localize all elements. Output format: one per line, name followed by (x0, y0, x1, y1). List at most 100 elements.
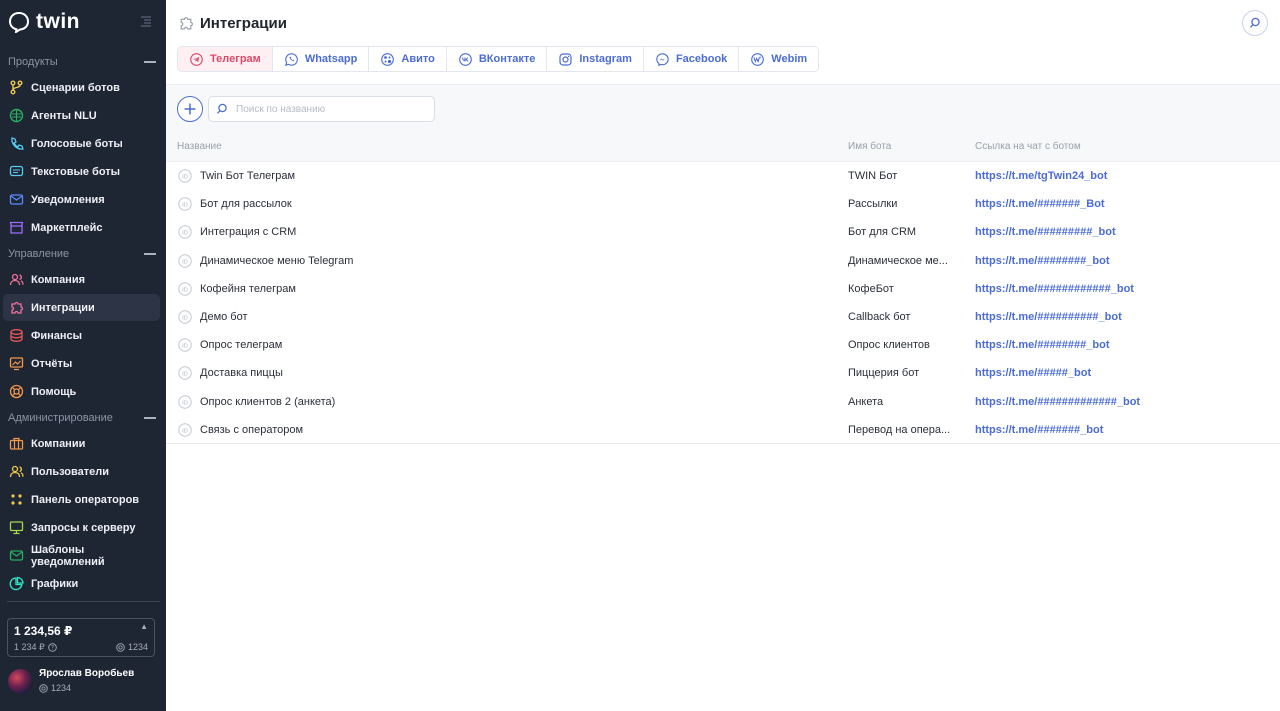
sidebar-item-label: Интеграции (31, 301, 95, 314)
integration-name[interactable]: Демо бот (200, 311, 248, 323)
integration-name[interactable]: Интеграция с CRM (200, 226, 296, 238)
plus-icon (184, 103, 196, 115)
sidebar-item-server-requests[interactable]: Запросы к серверу (3, 514, 160, 541)
toolbar (166, 84, 1280, 132)
sidebar-item-notification-templates[interactable]: Шаблоны уведомлений (3, 542, 160, 569)
sidebar-item-companies[interactable]: Компании (3, 430, 160, 457)
tab-facebook[interactable]: Facebook (643, 47, 740, 71)
chat-link[interactable]: https://t.me/tgTwin24_bot (975, 170, 1107, 182)
collapse-section-icon[interactable] (144, 253, 156, 255)
id-icon[interactable]: ID (178, 169, 192, 183)
chat-link[interactable]: https://t.me/#####_bot (975, 367, 1091, 379)
tab-avito[interactable]: Авито (369, 47, 447, 71)
chat-link[interactable]: https://t.me/##########_bot (975, 311, 1122, 323)
tab-instagram[interactable]: Instagram (547, 47, 644, 71)
section-management[interactable]: Управление (0, 245, 166, 263)
collapse-section-icon[interactable] (144, 417, 156, 419)
chat-link[interactable]: https://t.me/########_bot (975, 339, 1110, 351)
table-row[interactable]: ID Опрос клиентов 2 (анкета) Анкета https:/… (166, 388, 1280, 416)
chat-link[interactable]: https://t.me/#######_bot (975, 424, 1103, 436)
integration-name[interactable]: Опрос клиентов 2 (анкета) (200, 396, 335, 408)
add-integration-button[interactable] (177, 96, 203, 122)
integration-name[interactable]: Опрос телеграм (200, 339, 282, 351)
svg-text:ID: ID (182, 315, 188, 321)
sidebar-item-label: Пользователи (31, 465, 110, 478)
chat-link[interactable]: https://t.me/########_bot (975, 255, 1110, 267)
id-icon[interactable]: ID (178, 394, 192, 409)
help-icon[interactable]: ? (48, 643, 57, 652)
collapse-menu-icon[interactable] (140, 15, 152, 27)
main-content: Интеграции Телеграм Whatsapp Авито ВКонт… (166, 0, 1280, 711)
user-profile[interactable]: Ярослав Воробьев 1234 (8, 667, 158, 697)
avatar[interactable] (8, 669, 33, 694)
channel-tabs: Телеграм Whatsapp Авито ВКонтакте Instag… (177, 46, 820, 72)
sidebar-item-text-bots[interactable]: Текстовые боты (3, 158, 160, 185)
sidebar-item-finance[interactable]: Финансы (3, 322, 160, 349)
collapse-section-icon[interactable] (144, 61, 156, 63)
id-icon[interactable]: ID (178, 366, 192, 381)
id-icon[interactable]: ID (178, 422, 192, 437)
integration-name[interactable]: Доставка пиццы (200, 367, 283, 379)
table-row[interactable]: ID Динамическое меню Telegram Динамическое… (166, 247, 1280, 275)
id-icon[interactable]: ID (178, 282, 192, 296)
id-icon[interactable]: ID (178, 253, 192, 268)
sidebar-item-marketplace[interactable]: Маркетплейс (3, 214, 160, 241)
sidebar-item-reports[interactable]: Отчёты (3, 350, 160, 377)
integration-name[interactable]: Динамическое меню Telegram (200, 255, 353, 267)
page-header: Интеграции (178, 13, 287, 33)
sidebar-item-integrations[interactable]: Интеграции (3, 294, 160, 321)
tab-telegram[interactable]: Телеграм (178, 47, 273, 71)
integration-name[interactable]: Twin Бот Телеграм (200, 170, 295, 182)
id-icon[interactable]: ID (178, 197, 192, 211)
table-row[interactable]: ID Доставка пиццы Пиццерия бот https://t.me… (166, 359, 1280, 387)
sidebar-item-notifications[interactable]: Уведомления (3, 186, 160, 213)
table-header: Название Имя бота Ссылка на чат с ботом (166, 132, 1280, 162)
table-row[interactable]: ID Опрос телеграм Опрос клиентов https://t.… (166, 331, 1280, 359)
id-icon[interactable]: ID (178, 338, 192, 352)
column-header-chat-link[interactable]: Ссылка на чат с ботом (975, 141, 1081, 152)
global-search-button[interactable] (1242, 10, 1268, 36)
table-row[interactable]: ID Кофейня телеграм КофеБот https://t.me/##… (166, 275, 1280, 303)
caret-up-icon[interactable]: ▲ (140, 622, 148, 631)
chat-link[interactable]: https://t.me/#########_bot (975, 226, 1116, 238)
sidebar-item-label: Уведомления (31, 193, 105, 206)
tab-vkontakte[interactable]: ВКонтакте (446, 47, 548, 71)
instagram-icon (559, 52, 572, 66)
balance-amount: 1 234,56 ₽ (14, 624, 73, 638)
sidebar-item-users[interactable]: Пользователи (3, 458, 160, 485)
search-field[interactable] (208, 96, 435, 122)
balance-credits: 1234 (116, 642, 148, 652)
section-administration[interactable]: Администрирование (0, 409, 166, 427)
sidebar-item-bot-scenarios[interactable]: Сценарии ботов (3, 74, 160, 101)
sidebar-item-label: Компании (31, 437, 86, 450)
tab-webim[interactable]: Webim (739, 47, 819, 71)
logo[interactable]: twin (8, 10, 80, 34)
chat-link[interactable]: https://t.me/#######_Bot (975, 198, 1105, 210)
coin-icon (39, 683, 48, 693)
search-input[interactable] (236, 103, 426, 115)
tab-whatsapp[interactable]: Whatsapp (272, 47, 370, 71)
table-row[interactable]: ID Связь с оператором Перевод на опера... h… (166, 416, 1280, 444)
id-icon[interactable]: ID (178, 225, 192, 240)
column-header-bot-name[interactable]: Имя бота (848, 141, 891, 152)
integration-name[interactable]: Связь с оператором (200, 424, 303, 436)
integration-name[interactable]: Кофейня телеграм (200, 283, 296, 295)
sidebar-item-help[interactable]: Помощь (3, 378, 160, 405)
section-products[interactable]: Продукты (0, 53, 166, 71)
table-row[interactable]: ID Интеграция с CRM Бот для CRM https://t.m… (166, 218, 1280, 246)
chat-link[interactable]: https://t.me/#############_bot (975, 396, 1140, 408)
balance-widget[interactable]: 1 234,56 ₽ ▲ 1 234 ₽ ? 1234 (7, 618, 155, 657)
integration-name[interactable]: Бот для рассылок (200, 198, 292, 210)
sidebar-item-operators-panel[interactable]: Панель операторов (3, 486, 160, 513)
table-row[interactable]: ID Twin Бот Телеграм TWIN Бот https://t.me/… (166, 162, 1280, 190)
table-row[interactable]: ID Демо бот Callback бот https://t.me/#####… (166, 303, 1280, 331)
sidebar-item-nlu-agents[interactable]: Агенты NLU (3, 102, 160, 129)
sidebar-item-charts[interactable]: Графики (3, 570, 160, 597)
chat-link[interactable]: https://t.me/############_bot (975, 283, 1134, 295)
column-header-name[interactable]: Название (177, 141, 222, 152)
sidebar-item-voice-bots[interactable]: Голосовые боты (3, 130, 160, 157)
id-icon[interactable]: ID (178, 310, 192, 324)
table-row[interactable]: ID Бот для рассылок Рассылки https://t.me/#… (166, 190, 1280, 218)
bot-name: Рассылки (848, 198, 898, 211)
sidebar-item-company[interactable]: Компания (3, 266, 160, 293)
